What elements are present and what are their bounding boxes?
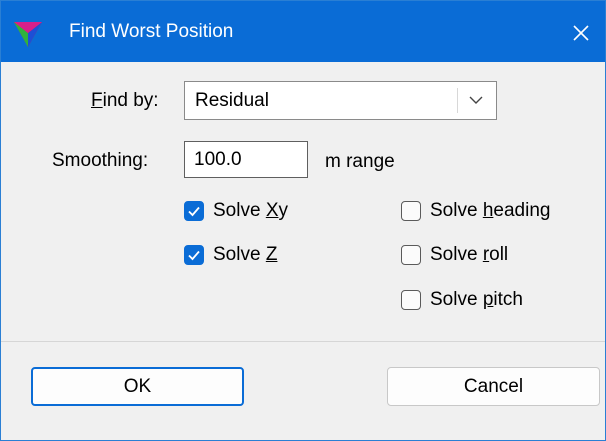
solve-pitch-checkbox[interactable]: Solve pitch	[401, 288, 561, 314]
close-button[interactable]	[561, 13, 601, 53]
solve-z-checkbox[interactable]: Solve Z	[184, 243, 334, 269]
checkmark-icon	[188, 250, 200, 261]
close-icon	[561, 25, 601, 57]
find-by-dropdown[interactable]: Residual	[184, 81, 497, 120]
solve-roll-label: Solve roll	[430, 244, 509, 265]
solve-roll-box[interactable]	[401, 245, 421, 265]
dialog-footer: OK Cancel	[1, 342, 605, 440]
find-by-selected-value: Residual	[195, 90, 269, 111]
solve-heading-box[interactable]	[401, 201, 421, 221]
solve-xy-label: Solve Xy	[213, 200, 288, 221]
find-worst-position-dialog: Find Worst Position Find by: Residual Sm…	[0, 0, 606, 441]
find-by-label-rest: ind by:	[102, 90, 159, 111]
solve-heading-label: Solve heading	[430, 200, 551, 221]
window-title: Find Worst Position	[69, 21, 234, 42]
solve-heading-checkbox[interactable]: Solve heading	[401, 199, 586, 225]
combo-divider	[457, 88, 458, 113]
checkmark-icon	[188, 206, 200, 217]
smoothing-input[interactable]	[184, 141, 308, 178]
solve-xy-box[interactable]	[184, 201, 204, 221]
find-by-label: Find by:	[91, 89, 159, 113]
dialog-body: Find by: Residual Smoothing: m range Sol…	[1, 62, 605, 440]
title-bar: Find Worst Position	[1, 1, 605, 62]
solve-pitch-label: Solve pitch	[430, 289, 523, 310]
solve-pitch-box[interactable]	[401, 290, 421, 310]
cancel-button[interactable]: Cancel	[387, 367, 600, 406]
smoothing-label: Smoothing:	[52, 150, 149, 171]
smoothing-unit: m range	[325, 151, 395, 172]
solve-z-label: Solve Z	[213, 244, 278, 265]
app-logo-icon	[13, 19, 43, 49]
solve-roll-checkbox[interactable]: Solve roll	[401, 243, 551, 269]
solve-z-box[interactable]	[184, 245, 204, 265]
solve-xy-checkbox[interactable]: Solve Xy	[184, 199, 334, 225]
find-by-mnemonic: F	[91, 90, 103, 111]
chevron-down-icon	[468, 93, 484, 112]
ok-button[interactable]: OK	[31, 367, 244, 406]
